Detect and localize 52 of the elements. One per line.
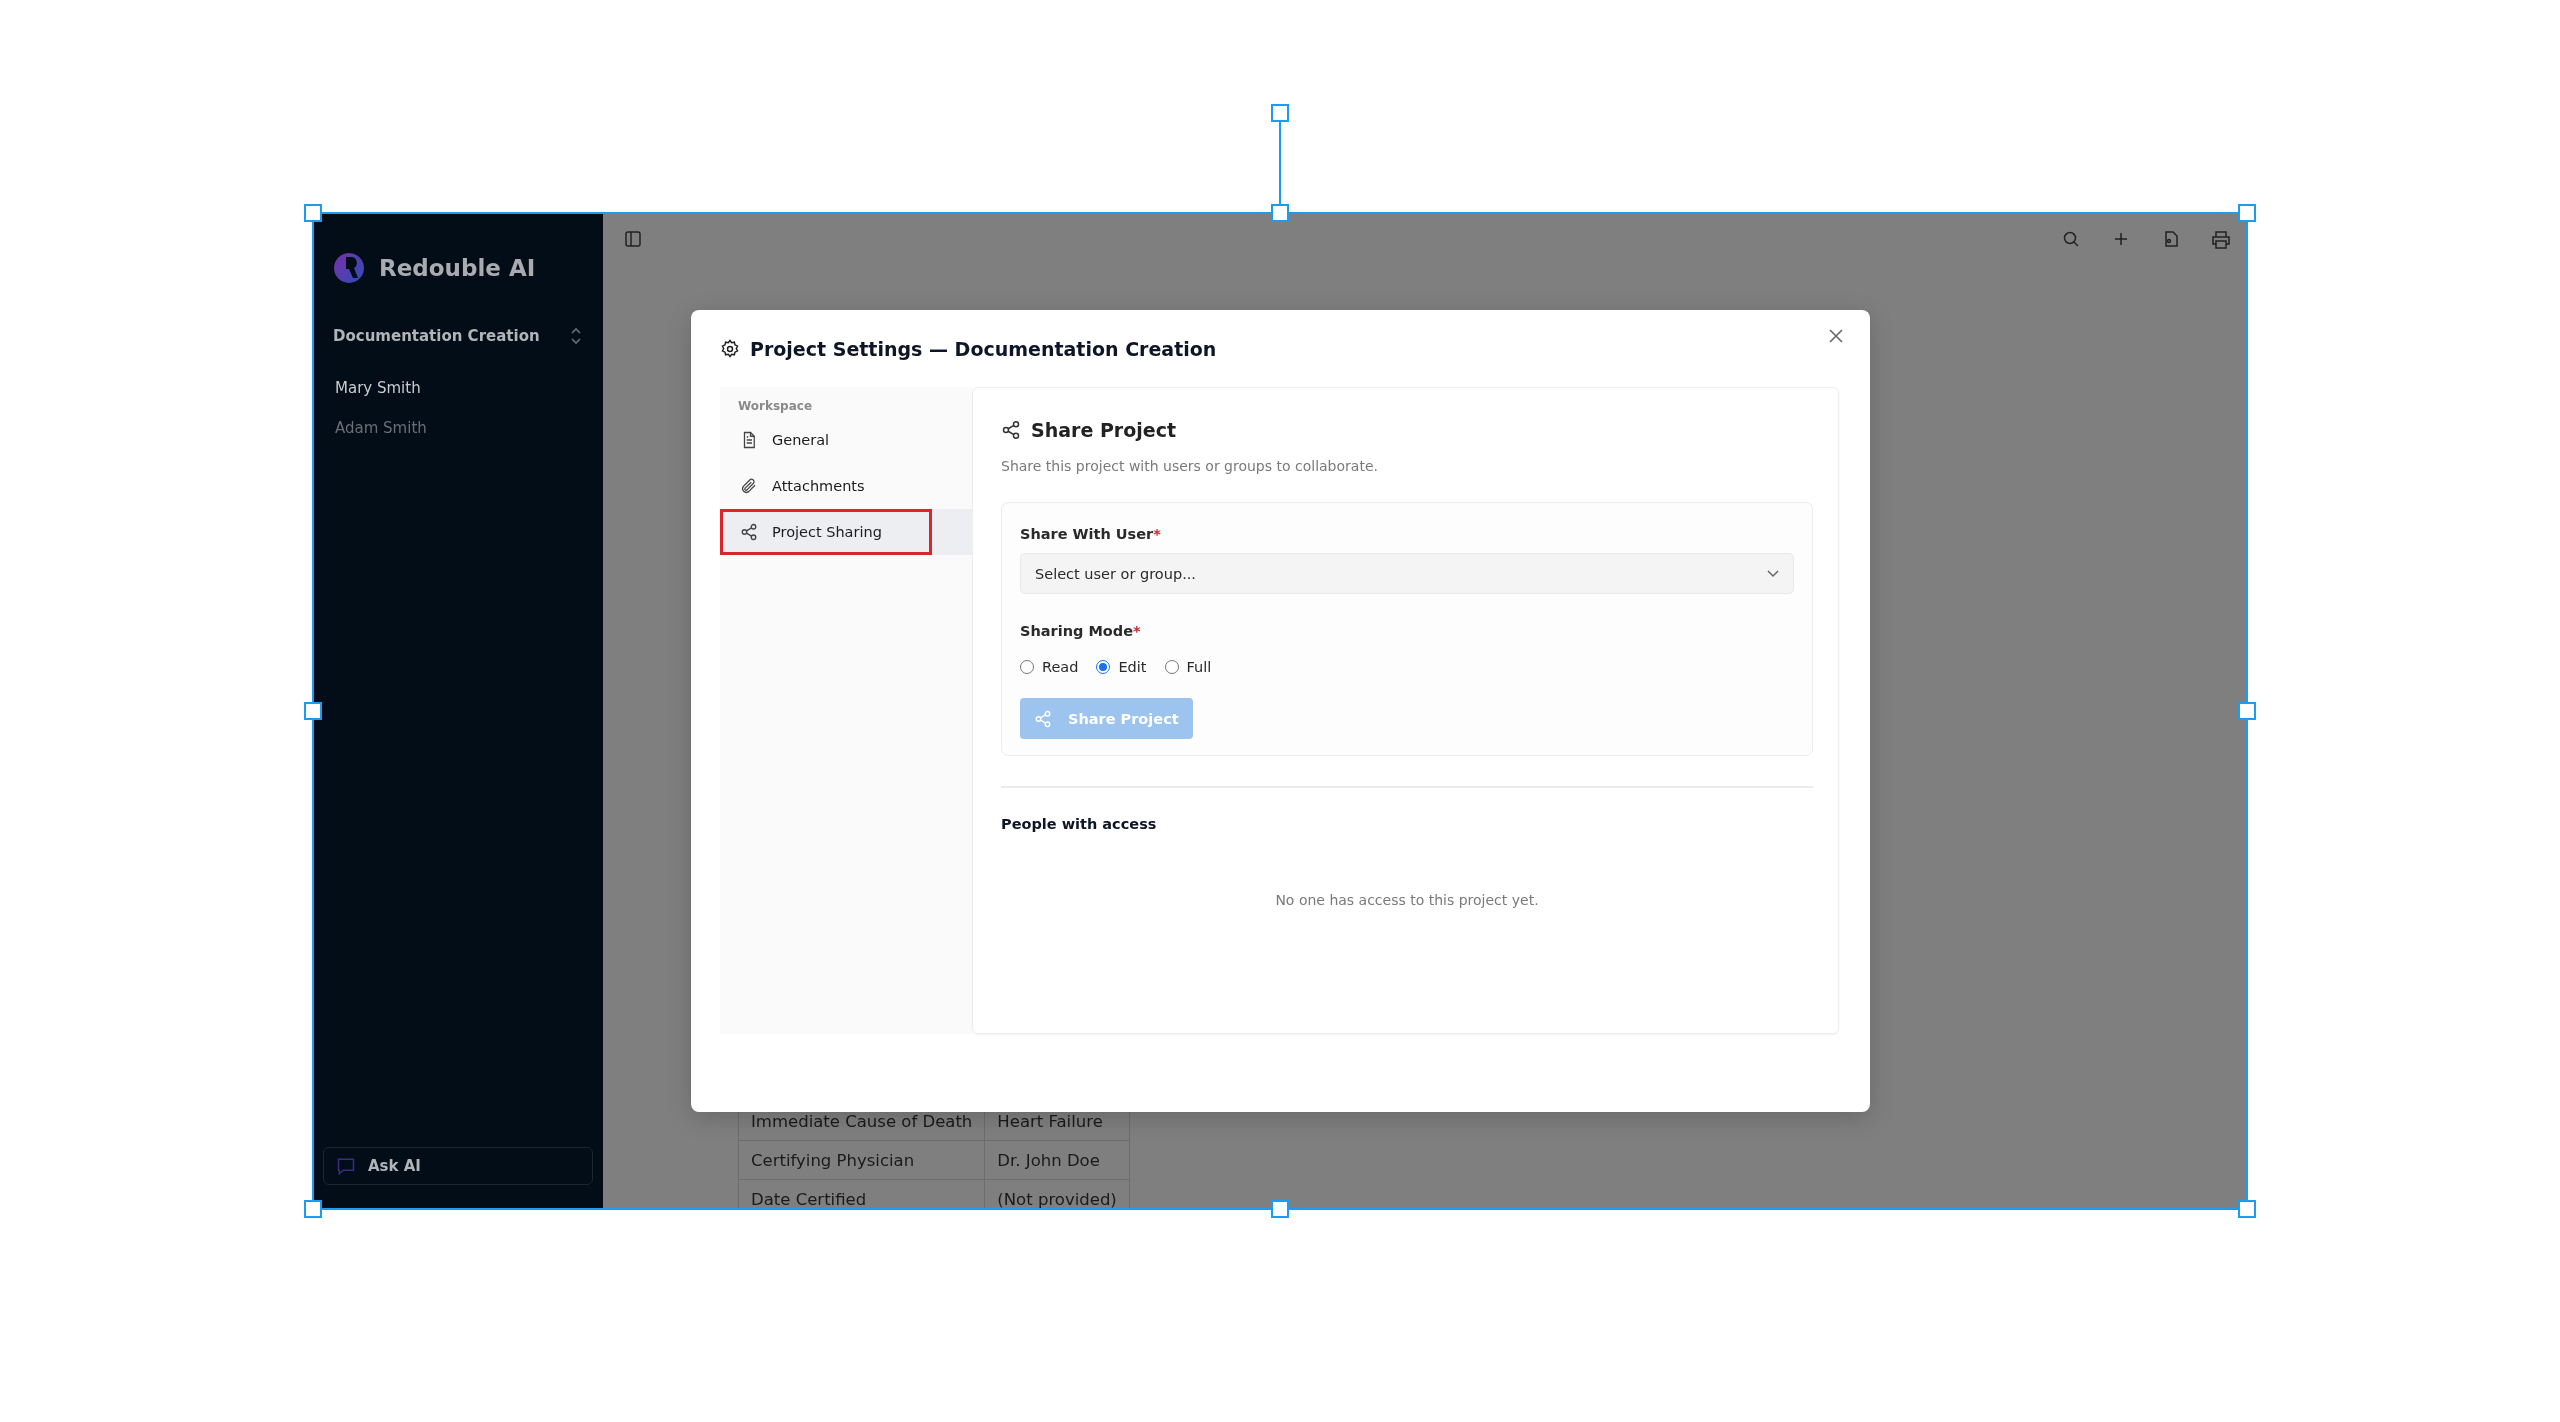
section-title: People with access xyxy=(1001,816,1157,832)
radio-option[interactable]: Edit xyxy=(1096,659,1147,675)
sidebar-toggle-icon xyxy=(624,230,642,248)
radio-button[interactable] xyxy=(1020,660,1034,674)
panel-title: Share Project xyxy=(1031,419,1176,441)
resize-handle[interactable] xyxy=(2238,1200,2256,1218)
sidebar-item[interactable]: Mary Smith xyxy=(323,375,593,401)
sidebar-toggle-button[interactable] xyxy=(623,230,643,250)
project-selector[interactable]: Documentation Creation xyxy=(333,319,583,353)
user-select[interactable]: Select user or group... xyxy=(1020,553,1794,594)
chat-icon xyxy=(336,1156,356,1176)
table-cell: Date Certified xyxy=(738,1179,985,1209)
resize-handle[interactable] xyxy=(304,204,322,222)
dialog-title: Project Settings — Documentation Creation xyxy=(750,337,1217,360)
resize-handle[interactable] xyxy=(2238,204,2256,222)
sidebar-item[interactable]: Adam Smith xyxy=(323,415,593,441)
printer-icon xyxy=(2211,230,2231,250)
nav-item[interactable]: General xyxy=(720,417,972,463)
chevron-down-icon xyxy=(1767,569,1779,578)
resize-handle[interactable] xyxy=(304,1200,322,1218)
resize-handle[interactable] xyxy=(1271,204,1289,222)
table-cell: Certifying Physician xyxy=(738,1140,985,1180)
panel-description: Share this project with users or groups to collaborate. xyxy=(1001,458,1378,474)
share-icon xyxy=(1034,709,1052,728)
nav-item[interactable]: Attachments xyxy=(720,463,972,509)
share-icon xyxy=(1001,420,1021,440)
file-icon xyxy=(2162,230,2180,248)
close-icon xyxy=(1827,327,1845,345)
share-icon xyxy=(740,523,758,541)
field-label: Share With User* xyxy=(1020,526,1161,542)
ask-ai-button[interactable]: Ask AI xyxy=(323,1147,593,1185)
radio-button[interactable] xyxy=(1096,660,1111,674)
field-label: Sharing Mode* xyxy=(1020,623,1141,639)
print-button[interactable] xyxy=(2211,230,2231,250)
settings-icon xyxy=(720,338,740,359)
resize-handle[interactable] xyxy=(2238,702,2256,720)
brand-name: Redouble AI xyxy=(379,255,536,281)
nav-item[interactable]: Project Sharing xyxy=(720,509,972,555)
table-cell: Dr. John Doe xyxy=(984,1140,1130,1180)
search-icon xyxy=(2062,230,2080,248)
radio-option[interactable]: Read xyxy=(1020,659,1079,675)
logo-icon xyxy=(333,252,365,284)
radio-button[interactable] xyxy=(1164,660,1179,674)
resize-handle[interactable] xyxy=(1271,1200,1289,1218)
nav-section-label: Workspace xyxy=(737,398,814,415)
resize-handle[interactable] xyxy=(304,702,322,720)
empty-message: No one has access to this project yet. xyxy=(1275,892,1539,908)
plus-icon xyxy=(2112,230,2130,248)
rotate-handle[interactable] xyxy=(1271,104,1289,122)
paperclip-icon xyxy=(740,477,758,495)
chevron-up-down-icon xyxy=(569,327,583,345)
radio-option[interactable]: Full xyxy=(1164,659,1212,675)
